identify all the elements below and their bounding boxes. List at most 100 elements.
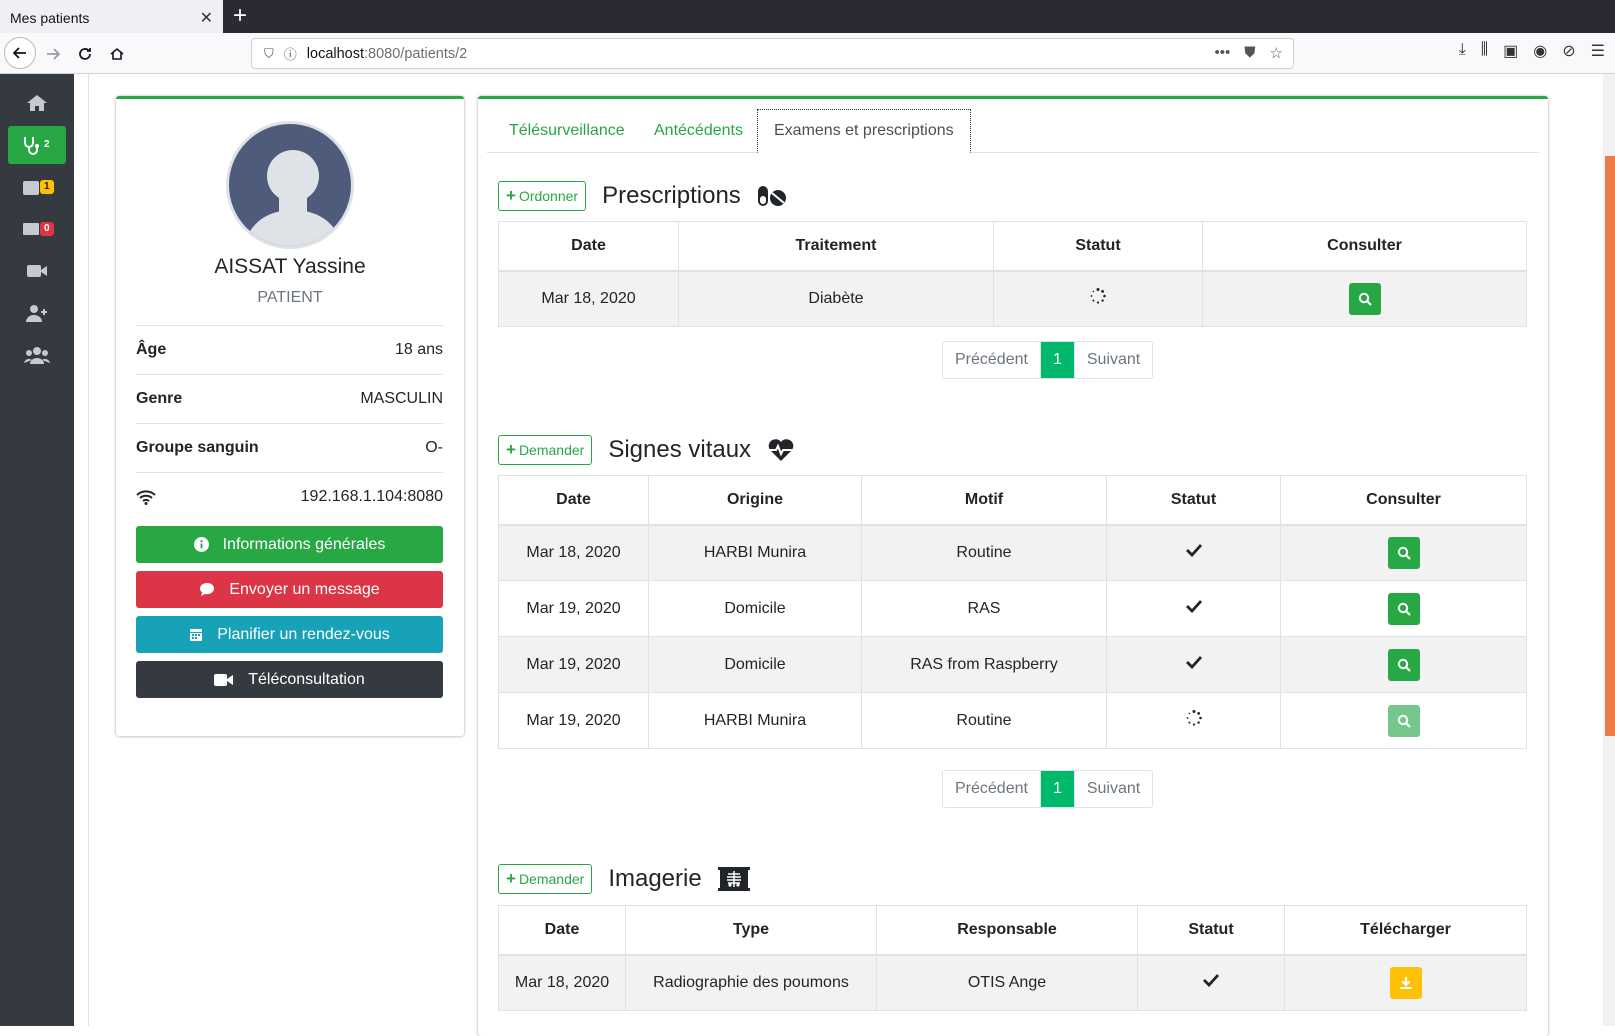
send-message-label: Envoyer un message (229, 580, 380, 598)
consult-button[interactable] (1387, 592, 1420, 625)
download-icon[interactable]: ⤓ (1459, 41, 1466, 61)
schedule-appointment-button[interactable]: Planifier un rendez-vous (136, 616, 443, 653)
pagination-page[interactable]: 1 (1039, 771, 1075, 807)
sidebar-item-home[interactable] (8, 84, 66, 122)
sidebar-item-calendar[interactable]: 1 (8, 168, 66, 206)
tab-exams-prescriptions[interactable]: Examens et prescriptions (757, 109, 971, 153)
consult-button[interactable] (1348, 282, 1381, 315)
vitals-title: Signes vitaux (608, 436, 752, 463)
stethoscope-icon (24, 137, 39, 155)
schedule-appointment-label: Planifier un rendez-vous (217, 625, 390, 643)
column-header: Consulter (1202, 221, 1527, 272)
cell-motive: Routine (861, 692, 1107, 749)
wifi-icon (136, 490, 156, 505)
calendar-icon (23, 181, 39, 195)
consult-button-disabled[interactable] (1387, 704, 1420, 737)
sidebar-item-users[interactable] (8, 336, 66, 374)
vitals-table: Date Origine Motif Statut Consulter Mar … (498, 475, 1527, 749)
sidebar-item-messages[interactable]: 0 (8, 210, 66, 248)
library-icon[interactable]: ⫼ (1481, 41, 1488, 61)
users-icon (24, 347, 50, 364)
scrollbar-thumb[interactable] (1605, 156, 1615, 736)
patient-info-list: Âge 18 ans Genre MASCULIN Groupe sanguin… (136, 325, 443, 521)
cell-date: Mar 19, 2020 (498, 636, 649, 693)
request-imaging-button[interactable]: + Demander (498, 864, 593, 894)
request-vitals-button[interactable]: + Demander (498, 435, 593, 465)
pagination-next[interactable]: Suivant (1074, 342, 1153, 378)
home-icon (27, 95, 47, 111)
calendar-icon (190, 629, 203, 641)
browser-tabbar: Mes patients ✕ + (0, 0, 1615, 33)
cell-origin: HARBI Munira (648, 524, 862, 581)
app-sidebar: 2 1 0 (0, 74, 74, 1026)
sidebar-toggle-icon[interactable]: ▣ (1503, 41, 1518, 61)
more-icon[interactable]: ••• (1215, 44, 1231, 62)
info-value: 192.168.1.104:8080 (300, 488, 443, 505)
url-path: :8080/patients/2 (364, 45, 468, 62)
info-row-device-ip: 192.168.1.104:8080 (136, 472, 443, 521)
new-tab-icon[interactable]: + (233, 2, 247, 30)
imaging-title: Imagerie (608, 865, 702, 892)
search-icon (1397, 714, 1411, 728)
back-icon[interactable] (4, 37, 36, 69)
table-row: Mar 18, 2020 Diabète (498, 270, 1527, 327)
order-button-label: Ordonner (518, 188, 579, 204)
info-row-blood-group: Groupe sanguin O- (136, 423, 443, 472)
info-label: Âge (136, 341, 167, 358)
cell-consult (1202, 270, 1527, 327)
prescriptions-title: Prescriptions (602, 182, 741, 209)
sync-icon[interactable]: ⊘ (1562, 41, 1575, 61)
plus-icon: + (506, 869, 516, 888)
tab-telesurveillance[interactable]: Télésurveillance (493, 109, 641, 153)
patient-profile-card: AISSAT Yassine PATIENT Âge 18 ans Genre … (116, 96, 464, 736)
cell-status (1106, 580, 1281, 637)
general-info-button[interactable]: Informations générales (136, 526, 443, 563)
cell-date: Mar 19, 2020 (498, 692, 649, 749)
sidebar-item-add-user[interactable] (8, 294, 66, 332)
sidebar-item-patients[interactable]: 2 (8, 126, 66, 164)
pagination-previous[interactable]: Précédent (943, 342, 1040, 378)
column-header: Statut (1106, 475, 1281, 526)
sidebar-badge-messages: 0 (40, 222, 54, 236)
order-button[interactable]: + Ordonner (498, 181, 587, 211)
reload-icon[interactable] (70, 39, 100, 69)
pocket-icon[interactable]: ⛊ (1244, 44, 1255, 62)
pagination-previous[interactable]: Précédent (943, 771, 1040, 807)
tabs: Télésurveillance Antécédents Examens et … (487, 109, 1539, 153)
check-icon (1203, 974, 1220, 988)
star-icon[interactable]: ☆ (1270, 44, 1283, 62)
menu-icon[interactable]: ☰ (1591, 41, 1605, 61)
cell-responsible: OTIS Ange (876, 954, 1138, 1011)
cell-motive: RAS from Raspberry (861, 636, 1107, 693)
teleconsultation-button[interactable]: Téléconsultation (136, 661, 443, 698)
column-header: Date (498, 475, 649, 526)
pagination-next[interactable]: Suivant (1074, 771, 1153, 807)
forward-icon[interactable] (38, 39, 68, 69)
request-imaging-label: Demander (518, 871, 585, 887)
heartbeat-icon (768, 439, 794, 461)
tab-antecedents[interactable]: Antécédents (638, 109, 759, 153)
account-icon[interactable]: ◉ (1533, 41, 1547, 61)
page-scrollbar[interactable] (1603, 74, 1615, 1026)
consult-button[interactable] (1387, 648, 1420, 681)
download-button[interactable] (1389, 966, 1422, 999)
user-plus-icon (26, 305, 47, 322)
shield-icon: ⛉ (264, 45, 274, 61)
column-header: Statut (993, 221, 1203, 272)
search-icon (1397, 546, 1411, 560)
send-message-button[interactable]: Envoyer un message (136, 571, 443, 608)
cell-motive: RAS (861, 580, 1107, 637)
patient-role: PATIENT (257, 289, 323, 306)
browser-navbar: ⛉ ⓘ localhost:8080/patients/2 ••• ⛊ ☆ ⤓ … (0, 33, 1615, 74)
pagination-page[interactable]: 1 (1039, 342, 1075, 378)
column-header: Traitement (678, 221, 994, 272)
sidebar-badge-patients: 2 (44, 139, 50, 150)
info-icon: ⓘ (283, 47, 297, 62)
consult-button[interactable] (1387, 536, 1420, 569)
url-bar[interactable]: ⛉ ⓘ localhost:8080/patients/2 ••• ⛊ ☆ (251, 38, 1294, 69)
sidebar-item-video[interactable] (8, 252, 66, 290)
home-browser-icon[interactable] (102, 39, 132, 69)
close-tab-icon[interactable]: ✕ (200, 8, 213, 28)
cell-origin: Domicile (648, 636, 862, 693)
browser-tab[interactable]: Mes patients ✕ (0, 0, 223, 33)
